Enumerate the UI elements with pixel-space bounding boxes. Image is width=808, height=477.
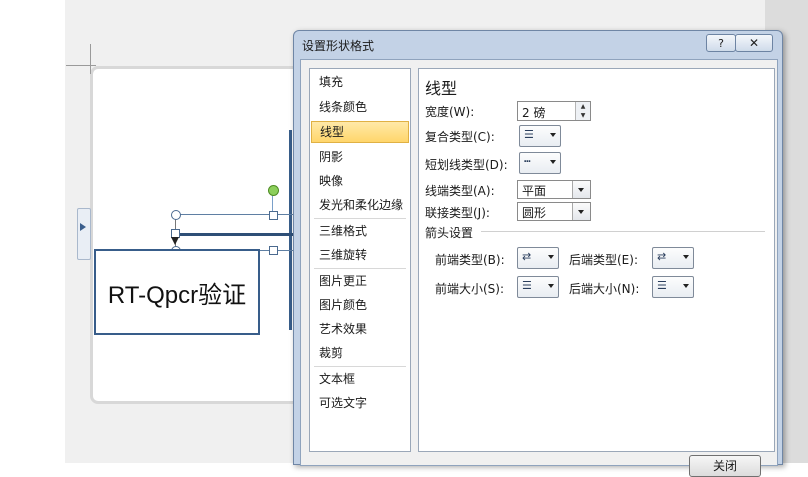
dash-type-label: 短划线类型(D): — [425, 158, 508, 172]
join-type-select[interactable]: 圆形 — [517, 202, 591, 221]
rotation-handle[interactable] — [268, 185, 279, 196]
nav-item-line-color[interactable]: 线条颜色 — [311, 96, 409, 118]
arrow-size-icon: ☰ — [657, 279, 667, 292]
guide-line-vertical — [90, 44, 91, 74]
spin-down-icon[interactable]: ▼ — [575, 111, 590, 120]
begin-type-dropdown[interactable]: ⇄ — [517, 247, 559, 269]
nav-divider — [314, 268, 406, 269]
shape-text: RT-Qpcr验证 — [107, 281, 247, 309]
width-value: 2 磅 — [522, 106, 546, 120]
expand-thumbnails-tab[interactable] — [77, 208, 91, 260]
nav-item-line-style[interactable]: 线型 — [311, 121, 409, 143]
nav-item-picture-corrections[interactable]: 图片更正 — [311, 270, 409, 292]
nav-item-crop[interactable]: 裁剪 — [311, 342, 409, 364]
resize-handle[interactable] — [269, 246, 278, 255]
arrow-type-icon: ⇄ — [522, 250, 532, 263]
format-shape-dialog: 设置形状格式 ? ✕ 填充 线条颜色 线型 阴影 映像 发光和柔化边缘 三维格式… — [293, 30, 783, 477]
dash-type-dropdown[interactable]: ┅ — [519, 152, 561, 174]
panel-title: 线型 — [425, 79, 458, 98]
connector-arrow-icon — [171, 237, 179, 245]
nav-divider — [314, 366, 406, 367]
chevron-down-icon — [550, 133, 556, 137]
guide-line-horizontal — [66, 65, 96, 66]
arrow-size-icon: ☰ — [522, 279, 532, 292]
nav-item-reflection[interactable]: 映像 — [311, 170, 409, 192]
width-spinner[interactable]: 2 磅 ▲ ▼ — [517, 101, 591, 121]
connected-shape-edge — [289, 130, 292, 330]
nav-item-text-box[interactable]: 文本框 — [311, 368, 409, 390]
category-list: 填充 线条颜色 线型 阴影 映像 发光和柔化边缘 三维格式 三维旋转 图片更正 … — [309, 68, 411, 452]
join-type-value: 圆形 — [522, 206, 547, 220]
connector-line[interactable] — [175, 233, 295, 236]
cap-type-select[interactable]: 平面 — [517, 180, 591, 199]
dash-line-icon: ┅ — [524, 155, 531, 168]
chevron-down-icon[interactable] — [572, 181, 590, 198]
dialog-body: 填充 线条颜色 线型 阴影 映像 发光和柔化边缘 三维格式 三维旋转 图片更正 … — [300, 59, 778, 466]
help-icon: ? — [718, 36, 724, 50]
compound-type-dropdown[interactable]: ☰ — [519, 125, 561, 147]
width-label: 宽度(W): — [425, 105, 475, 119]
begin-size-label: 前端大小(S): — [435, 282, 505, 296]
end-size-dropdown[interactable]: ☰ — [652, 276, 694, 298]
resize-handle[interactable] — [171, 210, 181, 220]
nav-item-3d-format[interactable]: 三维格式 — [311, 220, 409, 242]
nav-item-artistic-effects[interactable]: 艺术效果 — [311, 318, 409, 340]
arrow-type-icon: ⇄ — [657, 250, 667, 263]
chevron-down-icon — [683, 255, 689, 259]
help-button[interactable]: ? — [706, 34, 736, 52]
expand-arrow-icon — [80, 223, 86, 231]
nav-item-picture-color[interactable]: 图片颜色 — [311, 294, 409, 316]
nav-divider — [314, 218, 406, 219]
close-window-button[interactable]: ✕ — [735, 34, 773, 52]
end-type-label: 后端类型(E): — [569, 253, 638, 267]
compound-line-icon: ☰ — [524, 128, 534, 141]
dialog-titlebar[interactable]: 设置形状格式 ? ✕ — [294, 31, 782, 58]
end-type-dropdown[interactable]: ⇄ — [652, 247, 694, 269]
close-icon: ✕ — [748, 36, 760, 50]
line-style-panel: 线型 宽度(W): 2 磅 ▲ ▼ 复合类型(C): ☰ 短划线类型(D): ┅… — [418, 68, 775, 452]
close-button[interactable]: 关闭 — [689, 455, 761, 477]
nav-item-alt-text[interactable]: 可选文字 — [311, 392, 409, 414]
chevron-down-icon — [683, 284, 689, 288]
chevron-down-icon — [548, 255, 554, 259]
nav-item-3d-rotation[interactable]: 三维旋转 — [311, 244, 409, 266]
section-divider — [481, 231, 765, 232]
arrow-settings-heading: 箭头设置 — [425, 226, 474, 240]
join-type-label: 联接类型(J): — [425, 206, 490, 220]
resize-handle[interactable] — [269, 211, 278, 220]
compound-type-label: 复合类型(C): — [425, 130, 495, 144]
end-size-label: 后端大小(N): — [569, 282, 640, 296]
cap-type-label: 线端类型(A): — [425, 184, 495, 198]
chevron-down-icon — [548, 284, 554, 288]
nav-item-glow[interactable]: 发光和柔化边缘 — [311, 194, 409, 216]
cap-type-value: 平面 — [522, 184, 547, 198]
nav-item-shadow[interactable]: 阴影 — [311, 146, 409, 168]
chevron-down-icon[interactable] — [572, 203, 590, 220]
chevron-down-icon — [550, 160, 556, 164]
nav-item-fill[interactable]: 填充 — [311, 71, 409, 93]
text-shape[interactable]: RT-Qpcr验证 — [94, 249, 260, 335]
begin-type-label: 前端类型(B): — [435, 253, 505, 267]
begin-size-dropdown[interactable]: ☰ — [517, 276, 559, 298]
dialog-title: 设置形状格式 — [302, 39, 375, 53]
